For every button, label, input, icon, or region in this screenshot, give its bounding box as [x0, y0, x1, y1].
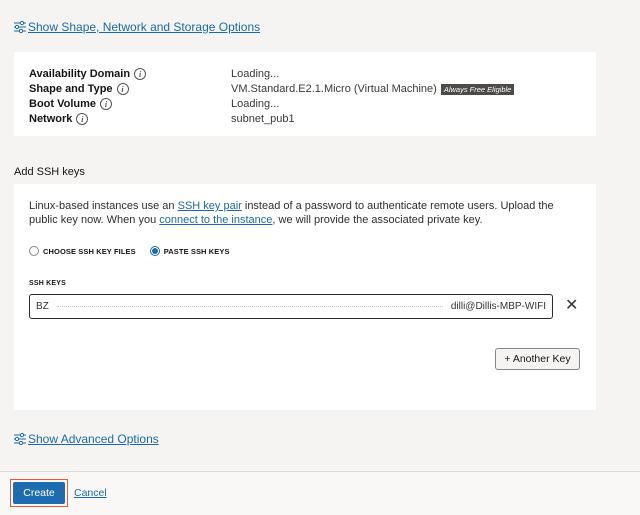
ssh-keys-label: SSH KEYS — [29, 280, 66, 287]
summary-label: Availability Domain — [29, 68, 131, 80]
summary-value: VM.Standard.E2.1.Micro (Virtual Machine) — [231, 83, 437, 95]
show-advanced-options-label[interactable]: Show Advanced Options — [28, 432, 159, 446]
footer-action-bar: Create Cancel — [0, 471, 640, 515]
sliders-icon — [13, 20, 27, 34]
radio-paste-ssh-keys[interactable]: PASTE SSH KEYS — [149, 246, 230, 256]
ssh-source-radio-group: CHOOSE SSH KEY FILES PASTE SSH KEYS — [29, 246, 244, 256]
ssh-key-value-start: BZ — [36, 301, 49, 312]
radio-circle-selected[interactable] — [149, 246, 160, 256]
show-advanced-options-link[interactable]: Show Advanced Options — [13, 432, 159, 446]
show-shape-network-storage-link[interactable]: Show Shape, Network and Storage Options — [13, 20, 260, 34]
info-icon[interactable]: i — [100, 98, 113, 110]
radio-label: PASTE SSH KEYS — [163, 246, 230, 256]
summary-value: Loading... — [231, 98, 280, 110]
summary-row-availability-domain: Availability Domain i Loading... — [29, 68, 279, 80]
cancel-link[interactable]: Cancel — [74, 487, 107, 499]
summary-row-network: Network i subnet_pub1 — [29, 113, 295, 125]
sliders-icon — [13, 432, 27, 446]
ssh-key-masked — [56, 306, 443, 307]
summary-value: Loading... — [231, 68, 280, 80]
another-key-button[interactable]: + Another Key — [495, 348, 580, 370]
info-icon[interactable]: i — [134, 68, 147, 80]
always-free-badge: Always Free Eligible — [440, 83, 515, 95]
ssh-desc-text: Linux-based instances use an — [29, 200, 178, 212]
info-icon[interactable]: i — [76, 113, 89, 125]
summary-value: subnet_pub1 — [231, 113, 295, 125]
create-button-highlight: Create — [10, 479, 68, 507]
summary-label: Network — [29, 113, 73, 125]
ssh-key-input[interactable]: BZ dilli@Dillis-MBP-WIFI — [29, 294, 553, 319]
remove-key-icon[interactable]: ✕ — [565, 298, 578, 314]
ssh-description: Linux-based instances use an SSH key pai… — [29, 199, 584, 227]
ssh-key-pair-link[interactable]: SSH key pair — [178, 200, 242, 212]
radio-choose-ssh-key-files[interactable]: CHOOSE SSH KEY FILES — [29, 246, 136, 256]
summary-label: Shape and Type — [29, 83, 113, 95]
radio-label: CHOOSE SSH KEY FILES — [43, 246, 136, 256]
instance-summary-card: Availability Domain i Loading... Shape an… — [14, 52, 596, 136]
summary-label: Boot Volume — [29, 98, 97, 110]
summary-row-boot-volume: Boot Volume i Loading... — [29, 98, 279, 110]
ssh-section-title: Add SSH keys — [14, 166, 85, 178]
ssh-keys-card: Linux-based instances use an SSH key pai… — [14, 184, 596, 410]
summary-row-shape-type: Shape and Type i VM.Standard.E2.1.Micro (… — [29, 83, 515, 95]
ssh-key-value-end: dilli@Dillis-MBP-WIFI — [450, 301, 546, 312]
radio-circle[interactable] — [29, 246, 39, 256]
ssh-desc-text: , we will provide the associated private… — [272, 214, 483, 226]
connect-to-instance-link[interactable]: connect to the instance — [159, 214, 272, 226]
info-icon[interactable]: i — [116, 83, 129, 95]
show-shape-network-storage-label[interactable]: Show Shape, Network and Storage Options — [28, 20, 260, 34]
create-button[interactable]: Create — [13, 482, 65, 504]
